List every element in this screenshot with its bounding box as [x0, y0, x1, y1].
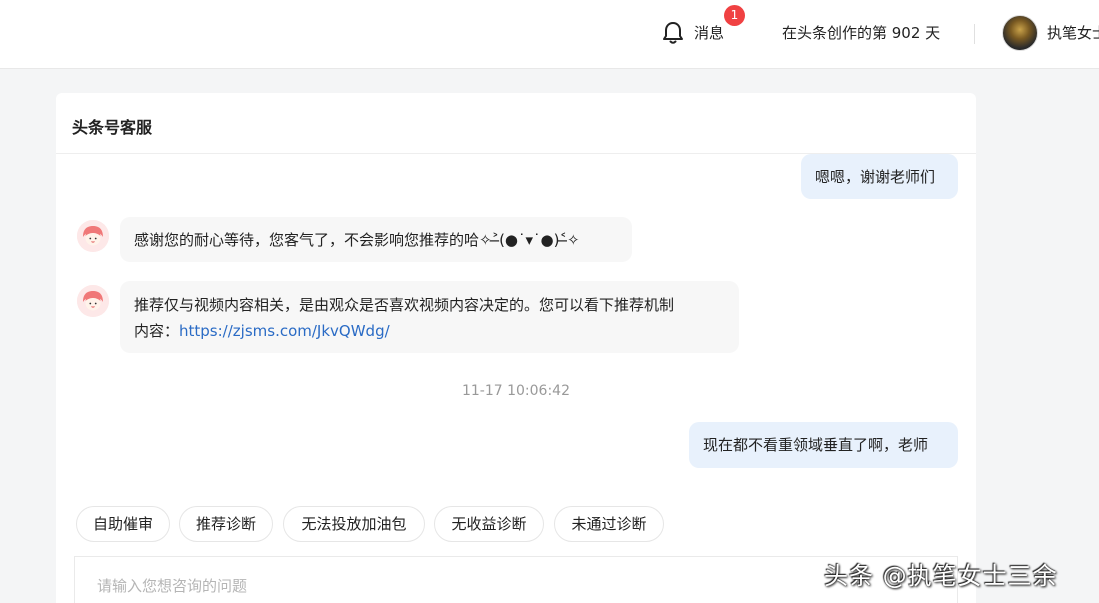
panel-title: 头条号客服	[72, 118, 153, 137]
customer-service-avatar-icon	[77, 285, 109, 317]
creation-days-text: 在头条创作的第 902 天	[782, 24, 941, 42]
message-timestamp: 11-17 10:06:42	[461, 383, 570, 399]
message-text-line-2: 内容：https://zjsms.com/JkvQWdg/	[134, 318, 725, 344]
user-name[interactable]: 执笔女士	[1047, 22, 1099, 43]
quick-action-recommend-diagnosis-button[interactable]: 推荐诊断	[179, 506, 273, 542]
message-text: 感谢您的耐心等待，您客气了，不会影响您推荐的哈✧˃̶(●˙▾˙●)˂̶✧	[134, 231, 580, 249]
customer-service-panel: 头条号客服 嗯嗯，谢谢老师们 感谢您的耐心等待，您客气了，不会影响您推荐的哈✧˃…	[56, 93, 976, 603]
quick-action-no-income-diagnosis-button[interactable]: 无收益诊断	[434, 506, 544, 542]
user-message-bubble: 嗯嗯，谢谢老师们	[801, 154, 958, 199]
agent-message-bubble: 推荐仅与视频内容相关，是由观众是否喜欢视频内容决定的。您可以看下推荐机制 内容：…	[120, 281, 739, 353]
message-link[interactable]: https://zjsms.com/JkvQWdg/	[179, 322, 390, 340]
top-header: 消息 1 在头条创作的第 902 天 执笔女士	[0, 0, 1099, 69]
panel-header: 头条号客服	[56, 93, 976, 154]
agent-message-bubble: 感谢您的耐心等待，您客气了，不会影响您推荐的哈✧˃̶(●˙▾˙●)˂̶✧	[120, 217, 632, 262]
quick-action-rejected-diagnosis-button[interactable]: 未通过诊断	[554, 506, 664, 542]
header-divider	[974, 24, 975, 44]
message-text-prefix: 内容：	[134, 322, 180, 340]
message-text: 推荐仅与视频内容相关，是由观众是否喜欢视频内容决定的。您可以看下推荐机制	[134, 296, 675, 314]
user-avatar[interactable]	[1002, 15, 1038, 51]
message-text: 嗯嗯，谢谢老师们	[815, 168, 936, 186]
message-text: 现在都不看重领域垂直了啊，老师	[703, 436, 929, 454]
messages-link[interactable]: 消息	[694, 22, 724, 43]
quick-action-boost-package-button[interactable]: 无法投放加油包	[283, 506, 425, 542]
watermark-text: 头条 @执笔女士三余	[824, 562, 1058, 590]
bell-icon[interactable]	[660, 20, 686, 46]
user-message-bubble: 现在都不看重领域垂直了啊，老师	[689, 422, 958, 468]
quick-action-self-review-button[interactable]: 自助催审	[76, 506, 170, 542]
messages-badge: 1	[724, 5, 745, 26]
customer-service-avatar-icon	[77, 220, 109, 252]
